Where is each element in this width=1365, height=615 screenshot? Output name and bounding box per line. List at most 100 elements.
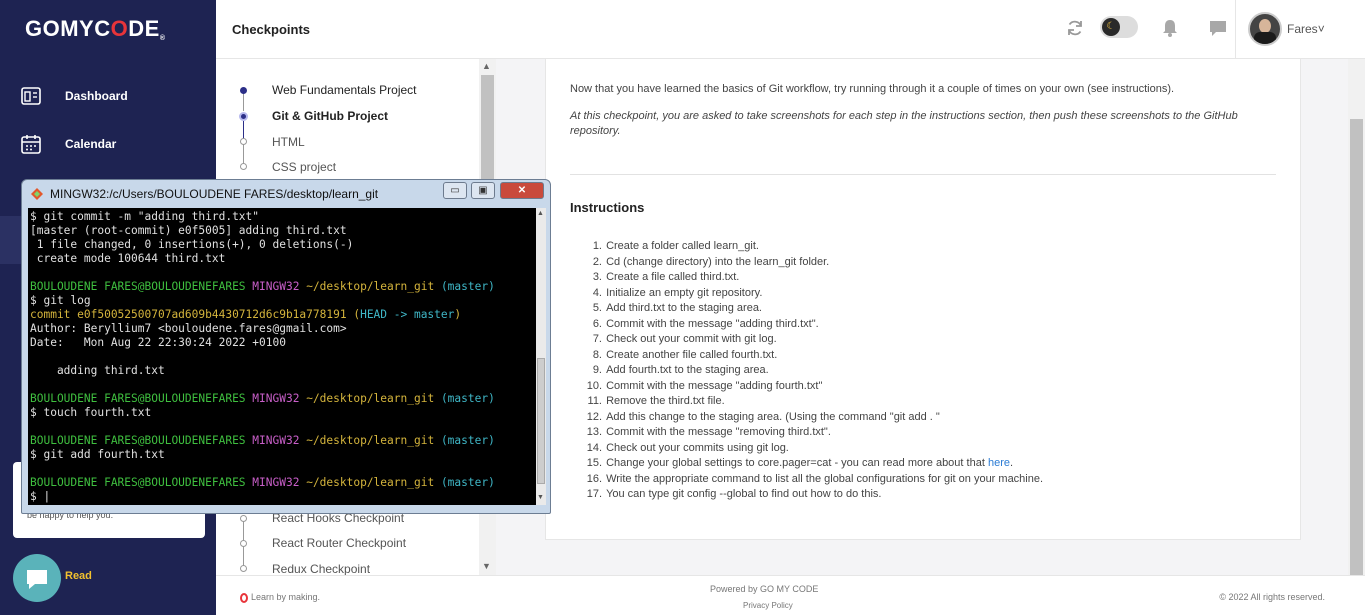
messages-icon[interactable]: [1208, 18, 1228, 38]
timeline-dot: [240, 163, 247, 170]
copyright: © 2022 All rights reserved.: [1219, 592, 1325, 602]
terminal-scrollbar[interactable]: ▲ ▼: [536, 208, 546, 505]
scrollbar-thumb[interactable]: [1350, 119, 1363, 575]
prompt-env: MINGW32: [252, 280, 300, 293]
prompt-user: BOULOUDENE FARES@BOULOUDENEFARES: [30, 280, 246, 293]
top-header: Checkpoints ☾ Fares˅: [216, 0, 1365, 59]
header-divider: [1235, 0, 1236, 59]
sidebar-item-dashboard[interactable]: Dashboard: [0, 76, 216, 116]
footer-tagline: Learn by making.: [240, 592, 320, 603]
timeline-dot: [240, 540, 247, 547]
list-item: 1. Create a folder called learn_git.: [592, 240, 759, 252]
intro-instructions-text: At this checkpoint, you are asked to tak…: [570, 110, 1238, 137]
scroll-down-icon[interactable]: ▼: [537, 494, 544, 501]
list-item: 11. Remove the third.txt file.: [587, 395, 725, 407]
sidebar-item-label: Calendar: [65, 137, 117, 151]
instructions-heading: Instructions: [570, 200, 645, 215]
page-title: Checkpoints: [232, 22, 311, 37]
timeline-dot: [240, 87, 247, 94]
gomycode-mark-icon: [240, 592, 248, 603]
bell-icon[interactable]: [1160, 18, 1180, 38]
list-item: 3. Create a file called third.txt.: [592, 271, 740, 283]
terminal-window[interactable]: MINGW32:/c/Users/BOULOUDENE FARES/deskto…: [21, 179, 551, 514]
refresh-icon[interactable]: [1065, 18, 1085, 38]
powered-by-link[interactable]: Powered by GO MY CODE: [710, 584, 818, 594]
dark-mode-toggle[interactable]: ☾: [1100, 16, 1138, 38]
commit-hash: commit e0f50052500707ad609b4430712d6c9b1…: [30, 308, 347, 321]
list-item: 7. Check out your commit with git log.: [592, 333, 777, 345]
scroll-down-icon[interactable]: ▼: [482, 561, 491, 571]
list-item: 6. Commit with the message "adding third…: [592, 317, 819, 330]
timeline-line: [243, 521, 244, 541]
close-button[interactable]: ✕: [500, 182, 544, 199]
terminal-line: Author: Beryllium7 <bouloudene.fares@gma…: [30, 322, 347, 335]
terminal-title: MINGW32:/c/Users/BOULOUDENE FARES/deskto…: [50, 187, 379, 201]
terminal-line: $ touch fourth.txt: [30, 406, 152, 419]
checkpoint-item[interactable]: Redux Checkpoint: [272, 562, 370, 576]
terminal-line: $ git commit -m "adding third.txt": [30, 210, 260, 223]
terminal-line: Date: Mon Aug 22 22:30:24 2022 +0100: [30, 336, 286, 349]
instructions-list: 1. Create a folder called learn_git. 2. …: [586, 239, 1043, 503]
list-item: 2. Cd (change directory) into the learn_…: [592, 255, 830, 268]
scroll-up-icon[interactable]: ▲: [482, 61, 491, 71]
terminal-line: $ git add fourth.txt: [30, 448, 165, 461]
list-item: 4. Initialize an empty git repository.: [592, 286, 763, 299]
core-pager-link[interactable]: here: [988, 456, 1010, 472]
list-item: 15. Change your global settings to core.…: [586, 456, 1043, 472]
calendar-icon: [21, 135, 41, 154]
timeline-dot-current: [239, 112, 248, 121]
checkpoint-item[interactable]: Web Fundamentals Project: [272, 83, 417, 97]
checkpoint-item[interactable]: CSS project: [272, 160, 336, 174]
list-item: 13. Commit with the message "removing th…: [586, 426, 831, 438]
sidebar-item-label: Dashboard: [65, 89, 128, 103]
maximize-button[interactable]: ▣: [471, 182, 495, 199]
list-item: 16. Write the appropriate command to lis…: [586, 472, 1044, 485]
moon-icon: ☾: [1102, 18, 1120, 36]
git-bash-icon: [31, 188, 43, 200]
user-menu[interactable]: Fares˅: [1287, 22, 1325, 36]
scrollbar-thumb[interactable]: [537, 358, 545, 484]
checkpoint-item-current[interactable]: Git & GitHub Project: [272, 109, 388, 123]
prompt-branch: (master): [440, 280, 495, 293]
list-item: 5. Add third.txt to the staging area.: [592, 302, 762, 314]
intro-text: Now that you have learned the basics of …: [570, 83, 1175, 95]
user-name: Fares: [1287, 22, 1318, 36]
sidebar-item-calendar[interactable]: Calendar: [0, 124, 216, 164]
list-item: 14. Check out your commits using git log…: [586, 441, 789, 454]
privacy-policy-link[interactable]: Privacy Policy: [743, 601, 793, 610]
avatar[interactable]: [1248, 12, 1282, 46]
checkpoint-item[interactable]: HTML: [272, 135, 305, 149]
terminal-line: $ git log: [30, 294, 91, 307]
scroll-up-icon[interactable]: ▲: [537, 210, 544, 217]
terminal-line: [master (root-commit) e0f5005] adding th…: [30, 224, 347, 237]
terminal-line: create mode 100644 third.txt: [30, 252, 226, 265]
list-item: 12. Add this change to the staging area.…: [586, 410, 940, 423]
divider: [570, 174, 1276, 175]
list-item: 10. Commit with the message "adding four…: [586, 379, 823, 392]
terminal-line: adding third.txt: [30, 364, 165, 377]
terminal-output[interactable]: $ git commit -m "adding third.txt" [mast…: [28, 208, 536, 505]
prompt-path: ~/desktop/learn_git: [306, 280, 435, 293]
list-item: 17. You can type git config --global to …: [586, 488, 882, 500]
list-item: 9. Add fourth.txt to the staging area.: [592, 364, 769, 376]
timeline-dot: [240, 138, 247, 145]
chat-icon: [27, 570, 47, 589]
page-scrollbar[interactable]: [1348, 59, 1365, 575]
chevron-down-icon: ˅: [1317, 22, 1325, 36]
timeline-dot: [240, 515, 247, 522]
gomycode-logo[interactable]: GOMYCODE®: [25, 16, 165, 42]
read-label[interactable]: Read: [65, 570, 92, 582]
list-item: 8. Create another file called fourth.txt…: [592, 348, 778, 361]
chat-button[interactable]: [13, 554, 61, 602]
timeline-dot: [240, 565, 247, 572]
dashboard-icon: [21, 87, 41, 105]
footer: Learn by making. Powered by GO MY CODE P…: [216, 575, 1365, 615]
timeline-line: [243, 546, 244, 566]
head-ref: HEAD -> master: [360, 308, 455, 321]
terminal-input-line[interactable]: $ |: [30, 490, 50, 503]
checkpoint-content: Now that you have learned the basics of …: [545, 59, 1301, 540]
timeline-line: [243, 144, 244, 164]
checkpoint-item[interactable]: React Router Checkpoint: [272, 536, 406, 550]
terminal-line: 1 file changed, 0 insertions(+), 0 delet…: [30, 238, 354, 251]
minimize-button[interactable]: ▭: [443, 182, 467, 199]
